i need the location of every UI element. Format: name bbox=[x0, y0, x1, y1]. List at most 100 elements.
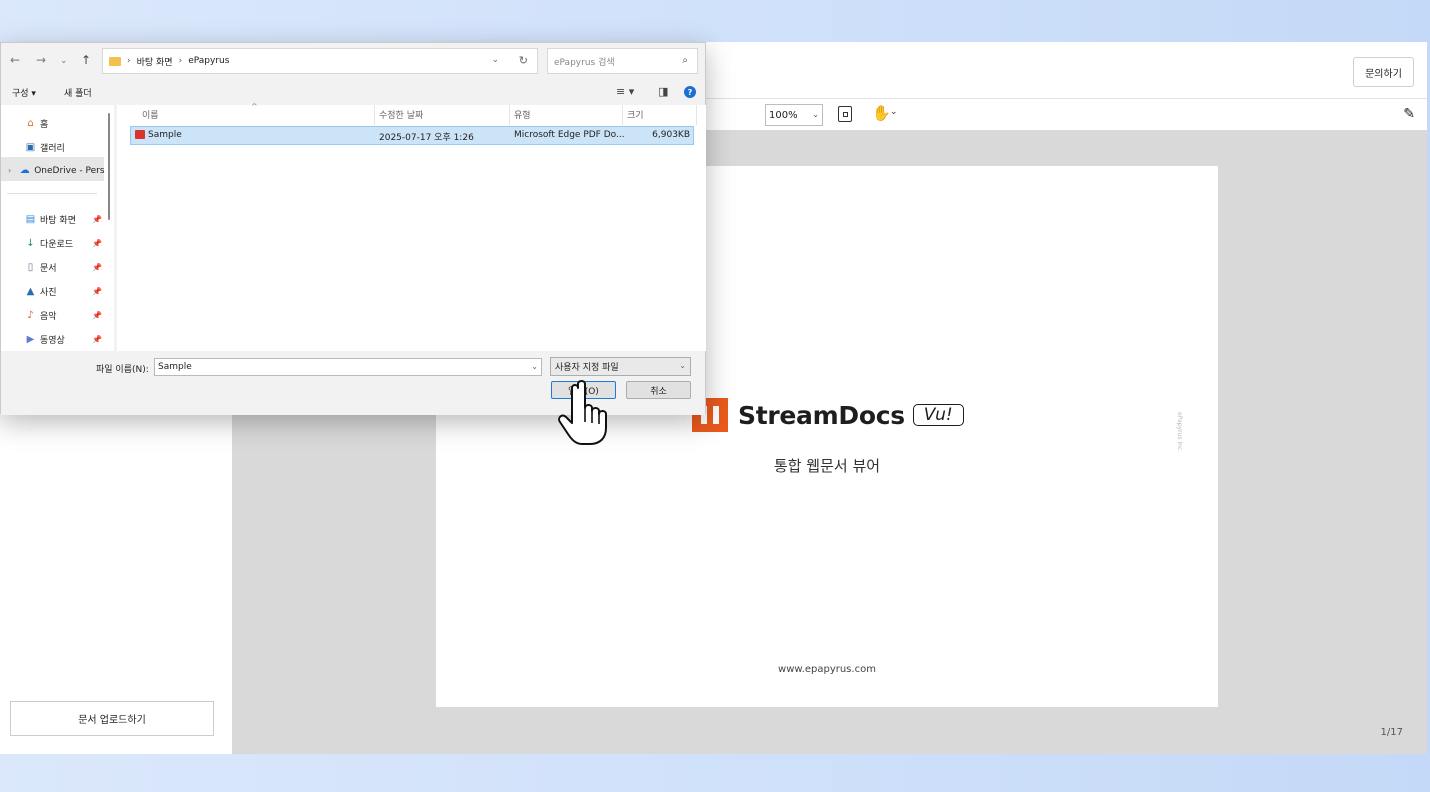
brand-logo-group: StreamDocs Vu! bbox=[692, 398, 964, 432]
column-divider[interactable] bbox=[622, 105, 623, 125]
fit-page-icon[interactable] bbox=[838, 106, 852, 122]
nav-item-onedrive[interactable]: › ☁ OneDrive - Pers bbox=[8, 165, 105, 176]
view-menu-icon[interactable]: ≡ ▾ bbox=[616, 85, 634, 98]
gallery-icon: ▣ bbox=[25, 142, 36, 153]
website-text: www.epapyrus.com bbox=[778, 664, 876, 675]
nav-item-desktop[interactable]: ▤ 바탕 화면 bbox=[25, 213, 76, 226]
preview-pane-icon[interactable]: ◨ bbox=[658, 85, 668, 98]
pin-icon[interactable]: 📌 bbox=[92, 335, 102, 344]
hand-pointer-cursor-icon bbox=[558, 380, 607, 445]
sort-chevron-icon: ^ bbox=[251, 102, 258, 111]
nav-scrollbar[interactable] bbox=[108, 113, 110, 220]
upload-document-button[interactable]: 문서 업로드하기 bbox=[10, 701, 214, 736]
file-list-pane: 이름 ^ 수정한 날짜 유형 크기 Sample 2025-07-17 오후 1… bbox=[117, 102, 706, 351]
filetype-select[interactable]: 사용자 지정 파일 ⌄ bbox=[550, 357, 691, 376]
column-divider[interactable] bbox=[374, 105, 375, 125]
zoom-value: 100% bbox=[769, 109, 798, 121]
filename-label: 파일 이름(N): bbox=[96, 365, 149, 375]
video-icon: ▶ bbox=[26, 334, 35, 345]
refresh-icon[interactable]: ↻ bbox=[519, 54, 528, 67]
file-modified: 2025-07-17 오후 1:26 bbox=[379, 133, 474, 143]
column-divider[interactable] bbox=[509, 105, 510, 125]
column-header-size[interactable]: 크기 bbox=[627, 108, 644, 126]
cancel-button[interactable]: 취소 bbox=[626, 381, 691, 399]
nav-label: 다운로드 bbox=[40, 240, 74, 250]
pdf-file-icon bbox=[135, 130, 145, 139]
recent-chevron-icon[interactable]: ⌄ bbox=[60, 56, 68, 66]
file-open-dialog: ← → ⌄ ↑ › 바탕 화면 › ePapyrus ⌄ ↻ ePapyrus … bbox=[0, 42, 706, 415]
chevron-down-icon[interactable]: ⌄ bbox=[531, 362, 538, 371]
chevron-down-icon: ⌄ bbox=[812, 110, 819, 119]
pin-icon[interactable]: 📌 bbox=[92, 287, 102, 296]
file-row[interactable]: Sample 2025-07-17 오후 1:26 Microsoft Edge… bbox=[130, 126, 694, 145]
nav-label: 갤러리 bbox=[40, 144, 65, 154]
nav-label: 바탕 화면 bbox=[40, 216, 76, 226]
breadcrumb-separator-icon: › bbox=[127, 56, 131, 66]
document-subtitle: 통합 웹문서 뷰어 bbox=[773, 457, 881, 475]
file-name: Sample bbox=[148, 130, 182, 140]
navigation-pane: ⌂ 홈 ▣ 갤러리 › ☁ OneDrive - Pers ▤ 바탕 화면 📌 … bbox=[1, 105, 114, 351]
filetype-value: 사용자 지정 파일 bbox=[555, 363, 619, 373]
column-header-name[interactable]: 이름 bbox=[142, 108, 159, 126]
nav-label: 음악 bbox=[40, 312, 57, 322]
inquiry-button[interactable]: 문의하기 bbox=[1353, 57, 1414, 87]
chevron-down-icon[interactable]: ⌄ bbox=[491, 55, 499, 65]
dialog-nav-bar: ← → ⌄ ↑ › 바탕 화면 › ePapyrus ⌄ ↻ ePapyrus … bbox=[1, 43, 705, 79]
column-header-type[interactable]: 유형 bbox=[514, 108, 531, 126]
nav-label: 문서 bbox=[40, 264, 57, 274]
zoom-select[interactable]: 100% ⌄ bbox=[765, 104, 823, 126]
pin-icon[interactable]: 📌 bbox=[92, 215, 102, 224]
up-arrow-icon[interactable]: ↑ bbox=[81, 53, 91, 67]
music-icon: ♪ bbox=[27, 310, 34, 321]
filename-input[interactable]: Sample ⌄ bbox=[154, 358, 542, 376]
breadcrumb-desktop[interactable]: 바탕 화면 bbox=[137, 55, 173, 68]
forward-arrow-icon[interactable]: → bbox=[36, 53, 46, 67]
filename-value: Sample bbox=[158, 362, 192, 372]
column-divider[interactable] bbox=[696, 105, 697, 125]
new-folder-button[interactable]: 새 폴더 bbox=[64, 86, 92, 99]
onedrive-icon: ☁ bbox=[19, 165, 30, 176]
nav-item-gallery[interactable]: ▣ 갤러리 bbox=[25, 141, 65, 154]
pictures-icon: ▲ bbox=[26, 286, 35, 297]
chevron-down-icon[interactable]: ⌄ bbox=[890, 107, 898, 117]
nav-label: OneDrive - Pers bbox=[34, 165, 105, 176]
nav-label: 홈 bbox=[40, 120, 49, 130]
pin-icon[interactable]: 📌 bbox=[92, 263, 102, 272]
page-indicator: 1/17 bbox=[1380, 727, 1403, 738]
home-icon: ⌂ bbox=[27, 118, 34, 129]
edit-icon[interactable]: ✎ bbox=[1403, 106, 1415, 122]
back-arrow-icon[interactable]: ← bbox=[10, 53, 20, 67]
nav-item-home[interactable]: ⌂ 홈 bbox=[25, 117, 48, 130]
address-bar[interactable]: › 바탕 화면 › ePapyrus ⌄ ↻ bbox=[102, 48, 538, 74]
chevron-right-icon[interactable]: › bbox=[8, 166, 11, 175]
command-bar: 구성 ▾ 새 폴더 ≡ ▾ ◨ ? bbox=[1, 80, 705, 104]
hand-tool-icon[interactable]: ✋ bbox=[872, 104, 891, 122]
nav-item-documents[interactable]: ▯ 문서 bbox=[25, 261, 57, 274]
nav-label: 동영상 bbox=[40, 336, 65, 346]
folder-icon bbox=[109, 56, 121, 66]
breadcrumb-epapyrus[interactable]: ePapyrus bbox=[188, 56, 229, 66]
brand-badge: Vu! bbox=[912, 404, 964, 426]
nav-item-music[interactable]: ♪ 음악 bbox=[25, 309, 57, 322]
search-icon: ⌕ bbox=[682, 55, 688, 66]
help-icon[interactable]: ? bbox=[684, 86, 696, 98]
search-placeholder: ePapyrus 검색 bbox=[554, 57, 615, 68]
nav-item-downloads[interactable]: ↓ 다운로드 bbox=[25, 237, 73, 250]
nav-label: 사진 bbox=[40, 288, 57, 298]
desktop-icon: ▤ bbox=[25, 214, 36, 225]
download-icon: ↓ bbox=[26, 238, 35, 249]
brand-name: StreamDocs bbox=[738, 400, 905, 430]
file-size: 6,903KB bbox=[652, 130, 690, 140]
pin-icon[interactable]: 📌 bbox=[92, 311, 102, 320]
nav-item-videos[interactable]: ▶ 동영상 bbox=[25, 333, 65, 346]
file-type: Microsoft Edge PDF Do... bbox=[514, 130, 625, 140]
chevron-down-icon: ⌄ bbox=[679, 361, 686, 370]
organize-button[interactable]: 구성 ▾ bbox=[12, 86, 36, 99]
nav-divider bbox=[7, 193, 97, 194]
pin-icon[interactable]: 📌 bbox=[92, 239, 102, 248]
search-input[interactable]: ePapyrus 검색 ⌕ bbox=[547, 48, 698, 74]
nav-item-pictures[interactable]: ▲ 사진 bbox=[25, 285, 57, 298]
documents-icon: ▯ bbox=[27, 262, 34, 273]
column-header-modified[interactable]: 수정한 날짜 bbox=[379, 108, 423, 126]
breadcrumb-separator-icon: › bbox=[178, 56, 183, 66]
